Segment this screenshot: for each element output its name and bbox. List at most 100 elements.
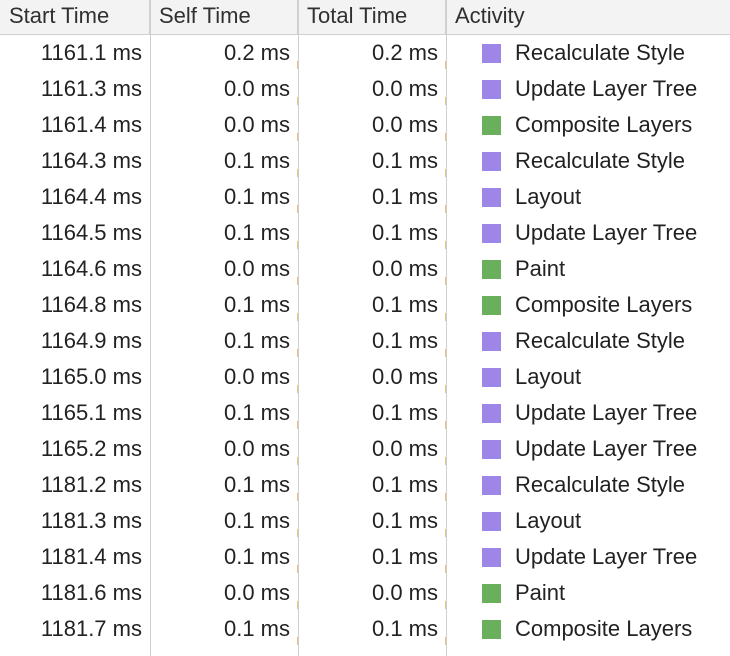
activity-cell: Update Layer Tree [446, 539, 730, 575]
column-divider[interactable] [446, 0, 447, 656]
category-color-swatch [482, 403, 501, 423]
column-header-total-time[interactable]: Total Time [298, 0, 446, 34]
table-row[interactable]: 1181.6 ms 0.0 ms 0.0 ms Paint [0, 575, 730, 611]
table-row[interactable]: 1164.8 ms 0.1 ms 0.1 ms Composite Layers [0, 287, 730, 323]
activity-name: Paint [515, 580, 566, 605]
start-time-cell: 1181.7 ms [40, 616, 142, 641]
self-time-cell: 0.1 ms [150, 503, 299, 539]
self-time-cell: 0.1 ms [150, 215, 299, 251]
table-row[interactable]: 1165.1 ms 0.1 ms 0.1 ms Update Layer Tree [0, 395, 730, 431]
category-color-swatch [482, 79, 501, 99]
start-time-cell: 1181.6 ms [40, 580, 142, 605]
activity-name: Composite Layers [515, 112, 693, 137]
table-row[interactable]: 1181.2 ms 0.1 ms 0.1 ms Recalculate Style [0, 467, 730, 503]
table-row[interactable]: 1164.4 ms 0.1 ms 0.1 ms Layout [0, 179, 730, 215]
table-row[interactable]: 1164.3 ms 0.1 ms 0.1 ms Recalculate Style [0, 143, 730, 179]
event-log-table: Start Time Self Time Total Time Activity… [0, 0, 730, 656]
table-row[interactable]: 1181.3 ms 0.1 ms 0.1 ms Layout [0, 503, 730, 539]
category-color-swatch [482, 475, 501, 495]
table-row[interactable]: 1161.1 ms 0.2 ms 0.2 ms Recalculate Style [0, 35, 730, 71]
table-header: Start Time Self Time Total Time Activity [0, 0, 730, 35]
column-divider[interactable] [150, 0, 151, 656]
activity-name: Composite Layers [515, 616, 693, 641]
start-time-cell: 1181.4 ms [40, 544, 142, 569]
self-time-cell: 0.1 ms [150, 539, 299, 575]
total-time-cell: 0.1 ms [298, 215, 447, 251]
total-time-cell: 0.1 ms [298, 143, 447, 179]
activity-cell: Recalculate Style [446, 467, 730, 503]
total-time-cell: 0.2 ms [298, 35, 447, 71]
category-color-swatch [482, 151, 501, 171]
self-time-cell: 0.1 ms [150, 467, 299, 503]
table-row[interactable]: 1164.9 ms 0.1 ms 0.1 ms Recalculate Style [0, 323, 730, 359]
table-row[interactable]: 1165.0 ms 0.0 ms 0.0 ms Layout [0, 359, 730, 395]
start-time-cell: 1164.5 ms [40, 220, 142, 245]
self-time-cell: 0.1 ms [150, 143, 299, 179]
activity-cell: Update Layer Tree [446, 395, 730, 431]
self-time-cell: 0.0 ms [150, 359, 299, 395]
activity-name: Composite Layers [515, 292, 693, 317]
activity-cell: Update Layer Tree [446, 71, 730, 107]
self-time-cell: 0.1 ms [150, 395, 299, 431]
activity-cell: Recalculate Style [446, 143, 730, 179]
column-header-activity[interactable]: Activity [446, 0, 730, 34]
category-color-swatch [482, 43, 501, 63]
total-time-cell: 0.0 ms [298, 575, 447, 611]
start-time-cell: 1181.2 ms [40, 472, 142, 497]
category-color-swatch [482, 259, 501, 279]
category-color-swatch [482, 583, 501, 603]
activity-name: Update Layer Tree [515, 400, 698, 425]
category-color-swatch [482, 331, 501, 351]
total-time-cell: 0.0 ms [298, 359, 447, 395]
column-header-start-time[interactable]: Start Time [0, 0, 150, 34]
column-header-self-time[interactable]: Self Time [150, 0, 298, 34]
total-time-cell: 0.1 ms [298, 539, 447, 575]
category-color-swatch [482, 115, 501, 135]
table-row[interactable]: 1181.4 ms 0.1 ms 0.1 ms Update Layer Tree [0, 539, 730, 575]
table-row[interactable]: 1161.4 ms 0.0 ms 0.0 ms Composite Layers [0, 107, 730, 143]
start-time-cell: 1161.4 ms [40, 112, 142, 137]
table-row[interactable]: 1164.5 ms 0.1 ms 0.1 ms Update Layer Tree [0, 215, 730, 251]
total-time-cell: 0.0 ms [298, 71, 447, 107]
start-time-cell: 1164.8 ms [40, 292, 142, 317]
start-time-cell: 1164.3 ms [40, 148, 142, 173]
activity-cell: Paint [446, 575, 730, 611]
self-time-cell: 0.0 ms [150, 71, 299, 107]
self-time-cell: 0.1 ms [150, 611, 299, 647]
self-time-cell: 0.1 ms [150, 323, 299, 359]
table-row[interactable]: 1181.7 ms 0.1 ms 0.1 ms Composite Layers [0, 611, 730, 647]
column-divider[interactable] [298, 0, 299, 656]
activity-cell: Recalculate Style [446, 323, 730, 359]
activity-cell: Layout [446, 179, 730, 215]
total-time-cell: 0.0 ms [298, 431, 447, 467]
activity-name: Update Layer Tree [515, 220, 698, 245]
category-color-swatch [482, 295, 501, 315]
activity-name: Recalculate Style [515, 472, 685, 497]
category-color-swatch [482, 511, 501, 531]
activity-name: Paint [515, 256, 566, 281]
activity-cell: Paint [446, 251, 730, 287]
total-time-cell: 0.1 ms [298, 179, 447, 215]
total-time-cell: 0.1 ms [298, 323, 447, 359]
self-time-cell: 0.0 ms [150, 107, 299, 143]
start-time-cell: 1164.6 ms [40, 256, 142, 281]
start-time-cell: 1165.2 ms [40, 436, 142, 461]
start-time-cell: 1165.0 ms [40, 364, 142, 389]
start-time-cell: 1165.1 ms [40, 400, 142, 425]
activity-name: Update Layer Tree [515, 544, 698, 569]
category-color-swatch [482, 619, 501, 639]
total-time-cell: 0.1 ms [298, 503, 447, 539]
category-color-swatch [482, 223, 501, 243]
total-time-cell: 0.0 ms [298, 107, 447, 143]
activity-cell: Composite Layers [446, 287, 730, 323]
table-row[interactable]: 1161.3 ms 0.0 ms 0.0 ms Update Layer Tree [0, 71, 730, 107]
activity-name: Layout [515, 364, 582, 389]
category-color-swatch [482, 439, 501, 459]
activity-cell: Update Layer Tree [446, 215, 730, 251]
self-time-cell: 0.2 ms [150, 35, 299, 71]
activity-cell: Composite Layers [446, 611, 730, 647]
table-row[interactable]: 1164.6 ms 0.0 ms 0.0 ms Paint [0, 251, 730, 287]
start-time-cell: 1161.1 ms [40, 40, 142, 65]
total-time-cell: 0.1 ms [298, 467, 447, 503]
table-row[interactable]: 1165.2 ms 0.0 ms 0.0 ms Update Layer Tree [0, 431, 730, 467]
